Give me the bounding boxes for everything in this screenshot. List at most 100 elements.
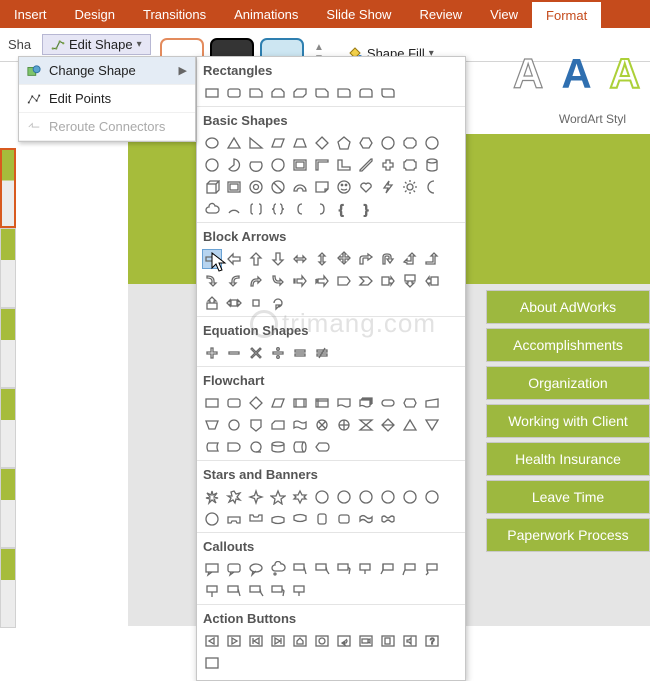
shape-action-home[interactable] [290,631,310,651]
menu-btn-health[interactable]: Health Insurance [486,442,650,476]
wordart-style-1[interactable]: A [513,50,543,98]
shape-teardrop[interactable] [268,155,288,175]
shape-round-diag[interactable] [378,83,398,103]
shape-curved-right[interactable] [202,271,222,291]
shape-fc-direct-access[interactable] [290,437,310,457]
shape-snip-single[interactable] [246,83,266,103]
shape-callout-border4[interactable] [290,581,310,601]
gallery-up-icon[interactable]: ▲ [314,42,324,53]
shape-star32[interactable] [202,509,222,529]
shape-block-arc[interactable] [290,177,310,197]
shape-action-help[interactable]: ? [422,631,442,651]
shape-minus[interactable] [224,343,244,363]
shape-left-callout-arrow[interactable] [422,271,442,291]
shape-trapezoid[interactable] [290,133,310,153]
shape-division[interactable] [268,343,288,363]
shape-fc-seq-access[interactable] [246,437,266,457]
shape-fc-document[interactable] [334,393,354,413]
shape-fc-delay[interactable] [224,437,244,457]
shape-callout-cloud[interactable] [268,559,288,579]
shape-striped-right[interactable] [290,271,310,291]
shape-diag-stripe[interactable] [356,155,376,175]
shape-notched-right[interactable] [312,271,332,291]
shape-decagon[interactable] [422,133,442,153]
shape-wave[interactable] [356,509,376,529]
shape-can[interactable] [422,155,442,175]
shape-lightning[interactable] [378,177,398,197]
shape-left-bracket[interactable] [290,199,310,219]
shape-fc-junction[interactable] [312,415,332,435]
shape-snip-diag[interactable] [290,83,310,103]
shape-callout-line3[interactable] [334,559,354,579]
shape-action-end[interactable] [268,631,288,651]
shape-up-arrow[interactable] [246,249,266,269]
shape-action-document[interactable] [378,631,398,651]
shape-right-triangle[interactable] [246,133,266,153]
shape-star24[interactable] [422,487,442,507]
shape-half-frame[interactable] [312,155,332,175]
shape-ribbon-up[interactable] [224,509,244,529]
shape-action-info[interactable] [312,631,332,651]
shape-callout-line1[interactable] [290,559,310,579]
shape-fc-offpage[interactable] [246,415,266,435]
shape-star4[interactable] [246,487,266,507]
shape-oval[interactable] [202,133,222,153]
tab-review[interactable]: Review [405,0,476,28]
tab-transitions[interactable]: Transitions [129,0,220,28]
menu-change-shape[interactable]: Change Shape ▶ [19,57,195,85]
shape-cloud[interactable] [202,199,222,219]
shape-ribbon-curved-down[interactable] [290,509,310,529]
shape-pentagon-arrow[interactable] [334,271,354,291]
shape-rounded-rect[interactable] [224,83,244,103]
shape-action-sound[interactable] [400,631,420,651]
shape-star12[interactable] [378,487,398,507]
tab-view[interactable]: View [476,0,532,28]
menu-edit-points[interactable]: Edit Points [19,85,195,113]
slide-thumb-4[interactable] [0,388,16,468]
shape-fc-terminator[interactable] [378,393,398,413]
shape-callout-border3[interactable] [268,581,288,601]
shape-ribbon-down[interactable] [246,509,266,529]
menu-btn-paperwork[interactable]: Paperwork Process [486,518,650,552]
shape-star10[interactable] [356,487,376,507]
shape-sun[interactable] [400,177,420,197]
shape-no-symbol[interactable] [268,177,288,197]
shape-moon[interactable] [422,177,442,197]
shape-fc-collate[interactable] [356,415,376,435]
shape-snip-same[interactable] [268,83,288,103]
shape-equal[interactable] [290,343,310,363]
shape-callout-border2[interactable] [246,581,266,601]
shape-double-bracket[interactable] [246,199,266,219]
shape-callout-rect[interactable] [202,559,222,579]
shape-explosion1[interactable] [202,487,222,507]
shape-fc-prep[interactable] [400,393,420,413]
shape-callout-oval[interactable] [246,559,266,579]
shape-fc-manual-op[interactable] [202,415,222,435]
shape-fc-tape[interactable] [290,415,310,435]
shape-star5[interactable] [268,487,288,507]
shape-fc-magnetic-disk[interactable] [268,437,288,457]
shape-callout-accent1[interactable] [378,559,398,579]
shape-triangle[interactable] [224,133,244,153]
tab-insert[interactable]: Insert [0,0,61,28]
shape-action-back[interactable] [202,631,222,651]
shape-round-same[interactable] [356,83,376,103]
shape-curved-up[interactable] [246,271,266,291]
shape-plus[interactable] [202,343,222,363]
shape-fc-multi-doc[interactable] [356,393,376,413]
shape-callout-accent3[interactable] [422,559,442,579]
shape-fc-or[interactable] [334,415,354,435]
shape-fc-extract[interactable] [400,415,420,435]
shape-folded-corner[interactable] [312,177,332,197]
shape-fc-alt-process[interactable] [224,393,244,413]
shape-quad-arrow[interactable] [334,249,354,269]
shape-star7[interactable] [312,487,332,507]
menu-btn-organization[interactable]: Organization [486,366,650,400]
shape-scroll-h[interactable] [334,509,354,529]
shape-callout-border1[interactable] [224,581,244,601]
shape-right-arrow[interactable] [202,249,222,269]
shape-left-right-arrow[interactable] [290,249,310,269]
shape-fc-manual-input[interactable] [422,393,442,413]
shape-rectangle[interactable] [202,83,222,103]
shape-up-callout-arrow[interactable] [202,293,222,313]
